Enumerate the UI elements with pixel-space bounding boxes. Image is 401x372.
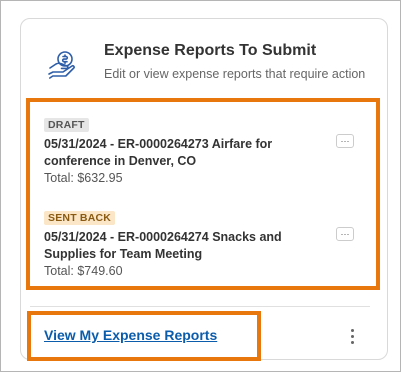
item-more-options-button[interactable]: ··· [336, 134, 354, 148]
expense-item-total: Total: $632.95 [44, 171, 123, 185]
status-badge: DRAFT [44, 118, 89, 132]
expense-item-title[interactable]: 05/31/2024 - ER-0000264274 Snacks and Su… [44, 229, 314, 263]
divider [30, 306, 370, 307]
expense-item-total: Total: $749.60 [44, 264, 123, 278]
dot [350, 334, 354, 338]
expense-item-title[interactable]: 05/31/2024 - ER-0000264273 Airfare for c… [44, 136, 314, 170]
card-subtitle: Edit or view expense reports that requir… [104, 67, 366, 81]
expense-item-draft[interactable]: DRAFT 05/31/2024 - ER-0000264273 Airfare… [44, 115, 314, 187]
expense-item-sent-back[interactable]: SENT BACK 05/31/2024 - ER-0000264274 Sna… [44, 208, 314, 280]
status-badge: SENT BACK [44, 211, 116, 225]
dot [350, 340, 354, 344]
card-title: Expense Reports To Submit [104, 42, 317, 59]
card-more-options-icon[interactable] [345, 325, 359, 347]
view-expense-reports-link[interactable]: View My Expense Reports [44, 327, 217, 343]
expense-hand-icon [48, 51, 75, 79]
dot [350, 328, 354, 332]
item-more-options-button[interactable]: ··· [336, 227, 354, 241]
